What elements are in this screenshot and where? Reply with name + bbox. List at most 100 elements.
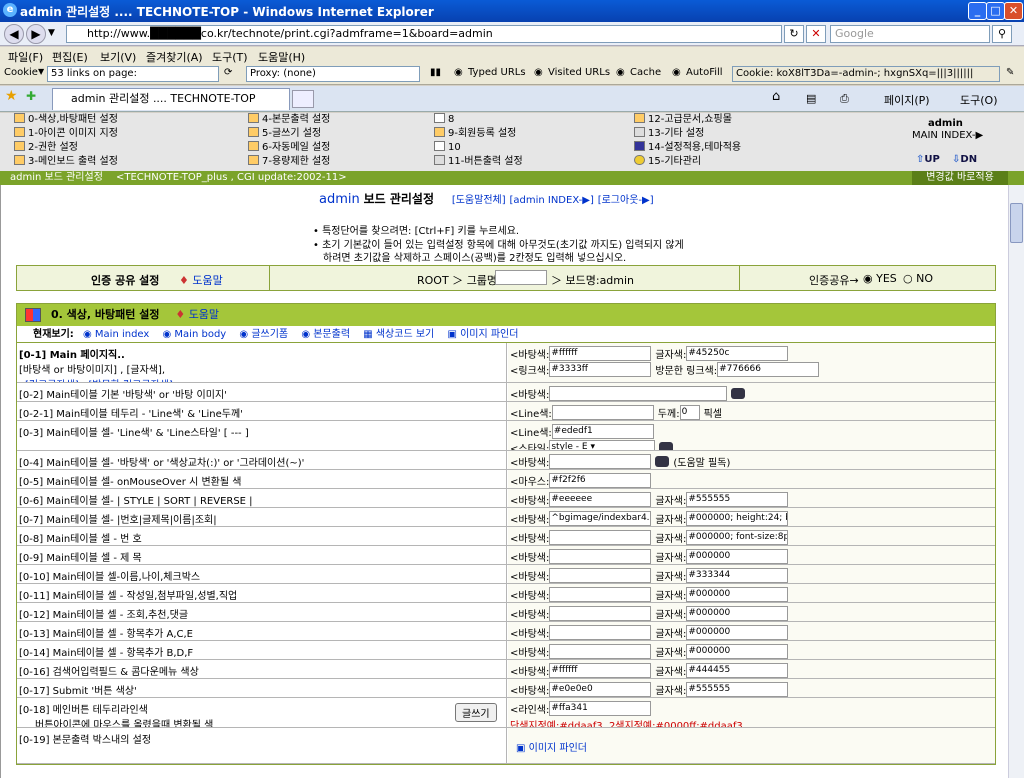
help-all-link[interactable]: [도움말전체] xyxy=(452,195,506,206)
admin-menu-item-10[interactable]: 10 xyxy=(434,141,461,155)
menu-edit[interactable]: 편집(E) xyxy=(52,49,88,65)
admin-menu-item-4[interactable]: 4-본문출력 설정 xyxy=(248,113,330,127)
pause-icon[interactable]: ▮▮ xyxy=(430,67,441,78)
share-no-radio[interactable]: ○ NO xyxy=(903,272,933,285)
color-input[interactable]: #555555 xyxy=(686,492,789,507)
vertical-scrollbar[interactable] xyxy=(1008,185,1024,778)
edit-icon[interactable]: ✎ xyxy=(1006,67,1014,78)
color-input[interactable] xyxy=(549,549,652,564)
color-input[interactable]: #000000 xyxy=(686,549,789,564)
color-picker-icon[interactable] xyxy=(655,456,670,467)
menu-help[interactable]: 도움말(H) xyxy=(258,49,305,65)
up-link[interactable]: ⇧UP xyxy=(916,153,940,167)
view-body-output[interactable]: ◉ 본문출력 xyxy=(301,329,350,340)
typed-urls-button[interactable]: Typed URLs xyxy=(468,67,526,78)
admin-menu-item-2[interactable]: 2-권한 설정 xyxy=(14,141,78,155)
color-input[interactable]: 0 xyxy=(679,405,700,420)
visited-urls-button[interactable]: Visited URLs xyxy=(548,67,610,78)
admin-menu-item-7[interactable]: 7-용량제한 설정 xyxy=(248,155,330,169)
logout-link[interactable]: [로그아웃-▶] xyxy=(598,195,654,206)
history-dropdown-icon[interactable]: ▼ xyxy=(48,28,55,38)
view-main-body[interactable]: ◉ Main body xyxy=(163,329,227,340)
scrollbar-thumb[interactable] xyxy=(1010,203,1023,243)
color-input[interactable] xyxy=(549,568,652,583)
back-icon[interactable]: ◀ xyxy=(4,24,24,44)
color-input[interactable] xyxy=(551,405,654,420)
cache-button[interactable]: Cache xyxy=(630,67,661,78)
apply-changes-button[interactable]: 변경값 바로적용 xyxy=(912,171,1008,185)
menu-file[interactable]: 파일(F) xyxy=(8,49,43,65)
image-finder-link[interactable]: ▣ 이미지 파인더 xyxy=(516,739,993,754)
feeds-icon[interactable]: ▤ xyxy=(806,92,816,105)
color-input[interactable]: #eeeeee xyxy=(549,492,652,507)
color-input[interactable]: ^bgimage/indexbar4.g xyxy=(549,511,652,526)
color-input[interactable]: #000000; font-size:8pt; xyxy=(686,530,789,545)
autofill-button[interactable]: AutoFill xyxy=(686,67,723,78)
admin-menu-item-15[interactable]: 15-기타관리 xyxy=(634,155,701,169)
color-input[interactable] xyxy=(549,644,652,659)
color-input[interactable]: #000000; height:24; bor xyxy=(686,511,789,526)
color-input[interactable]: #000000 xyxy=(686,587,789,602)
view-image-finder[interactable]: ▣ 이미지 파인더 xyxy=(447,329,518,340)
style-select[interactable]: style - E ▾ xyxy=(549,440,656,450)
admin-menu-item-1[interactable]: 1-아이콘 이미지 지정 xyxy=(14,127,118,141)
group-name-input[interactable] xyxy=(495,270,547,285)
admin-menu-item-13[interactable]: 13-기타 설정 xyxy=(634,127,704,141)
color-input[interactable]: #000000 xyxy=(686,625,789,640)
admin-menu-item-8[interactable]: 8 xyxy=(434,113,454,127)
color-input[interactable] xyxy=(549,625,652,640)
color-input[interactable] xyxy=(549,530,652,545)
add-favorite-icon[interactable]: ✚ xyxy=(26,89,36,103)
color-input[interactable]: #444455 xyxy=(686,663,789,678)
color-input[interactable]: #ededf1 xyxy=(551,424,654,439)
color-input[interactable] xyxy=(549,454,652,469)
main-index-link[interactable]: MAIN INDEX-▶ xyxy=(912,129,983,143)
menu-favorites[interactable]: 즐겨찾기(A) xyxy=(146,49,203,65)
color-input[interactable]: #776666 xyxy=(717,362,820,377)
page-menu[interactable]: 페이지(P) xyxy=(884,92,930,108)
admin-menu-item-14[interactable]: 14-설정적용,테마적용 xyxy=(634,141,741,155)
admin-index-link[interactable]: [admin INDEX-▶] xyxy=(509,195,593,206)
proxy-select[interactable]: Proxy: (none) xyxy=(246,66,420,82)
favorites-star-icon[interactable]: ★ xyxy=(5,88,18,104)
maximize-button[interactable]: □ xyxy=(986,2,1005,20)
color-input[interactable]: #ffffff xyxy=(549,663,652,678)
admin-menu-item-9[interactable]: 9-회원등록 설정 xyxy=(434,127,516,141)
view-color-codes[interactable]: ▦ 색상코드 보기 xyxy=(363,329,434,340)
minimize-button[interactable]: _ xyxy=(968,2,987,20)
admin-menu-item-11[interactable]: 11-버튼출력 설정 xyxy=(434,155,523,169)
cookie-value-field[interactable]: Cookie: koX8lT3Da=-admin-; hxgnSXq=|||3|… xyxy=(732,66,1000,82)
auth-help-link[interactable]: ♦ 도움말 xyxy=(179,272,223,288)
stop-icon[interactable]: ✕ xyxy=(806,25,826,43)
section-help-link[interactable]: ♦ 도움말 xyxy=(175,308,219,321)
admin-menu-item-3[interactable]: 3-메인보드 출력 설정 xyxy=(14,155,118,169)
admin-menu-item-12[interactable]: 12-고급문서,쇼핑몰 xyxy=(634,113,732,127)
menu-view[interactable]: 보기(V) xyxy=(100,49,136,65)
refresh-icon[interactable]: ↻ xyxy=(784,25,804,43)
admin-menu-item-5[interactable]: 5-글쓰기 설정 xyxy=(248,127,321,141)
view-write-form[interactable]: ◉ 글쓰기폼 xyxy=(239,329,288,340)
color-input[interactable] xyxy=(549,587,652,602)
view-main-index[interactable]: ◉ Main index xyxy=(83,329,149,340)
forward-icon[interactable]: ▶ xyxy=(26,24,46,44)
color-input[interactable]: #ffffff xyxy=(549,346,652,361)
color-input[interactable]: #3333ff xyxy=(549,362,652,377)
color-input[interactable] xyxy=(549,386,728,401)
home-icon[interactable]: ⌂ xyxy=(772,89,780,104)
search-input[interactable]: Google xyxy=(830,25,990,43)
refresh-links-icon[interactable]: ⟳ xyxy=(224,67,232,78)
color-picker-icon[interactable] xyxy=(659,442,674,450)
links-select[interactable]: 53 links on page: xyxy=(47,66,219,82)
color-input[interactable]: #e0e0e0 xyxy=(549,682,652,697)
address-input[interactable]: http://www.██████co.kr/technote/print.cg… xyxy=(66,25,782,43)
menu-tools[interactable]: 도구(T) xyxy=(212,49,248,65)
color-input[interactable]: #333344 xyxy=(686,568,789,583)
color-input[interactable]: #000000 xyxy=(686,644,789,659)
tools-menu[interactable]: 도구(O) xyxy=(960,92,997,108)
color-input[interactable] xyxy=(549,606,652,621)
color-input[interactable]: #000000 xyxy=(686,606,789,621)
new-tab-button[interactable] xyxy=(292,90,314,108)
close-button[interactable]: ✕ xyxy=(1004,2,1023,20)
search-go-icon[interactable]: ⚲ xyxy=(992,25,1012,43)
dn-link[interactable]: ⇩DN xyxy=(952,153,977,167)
